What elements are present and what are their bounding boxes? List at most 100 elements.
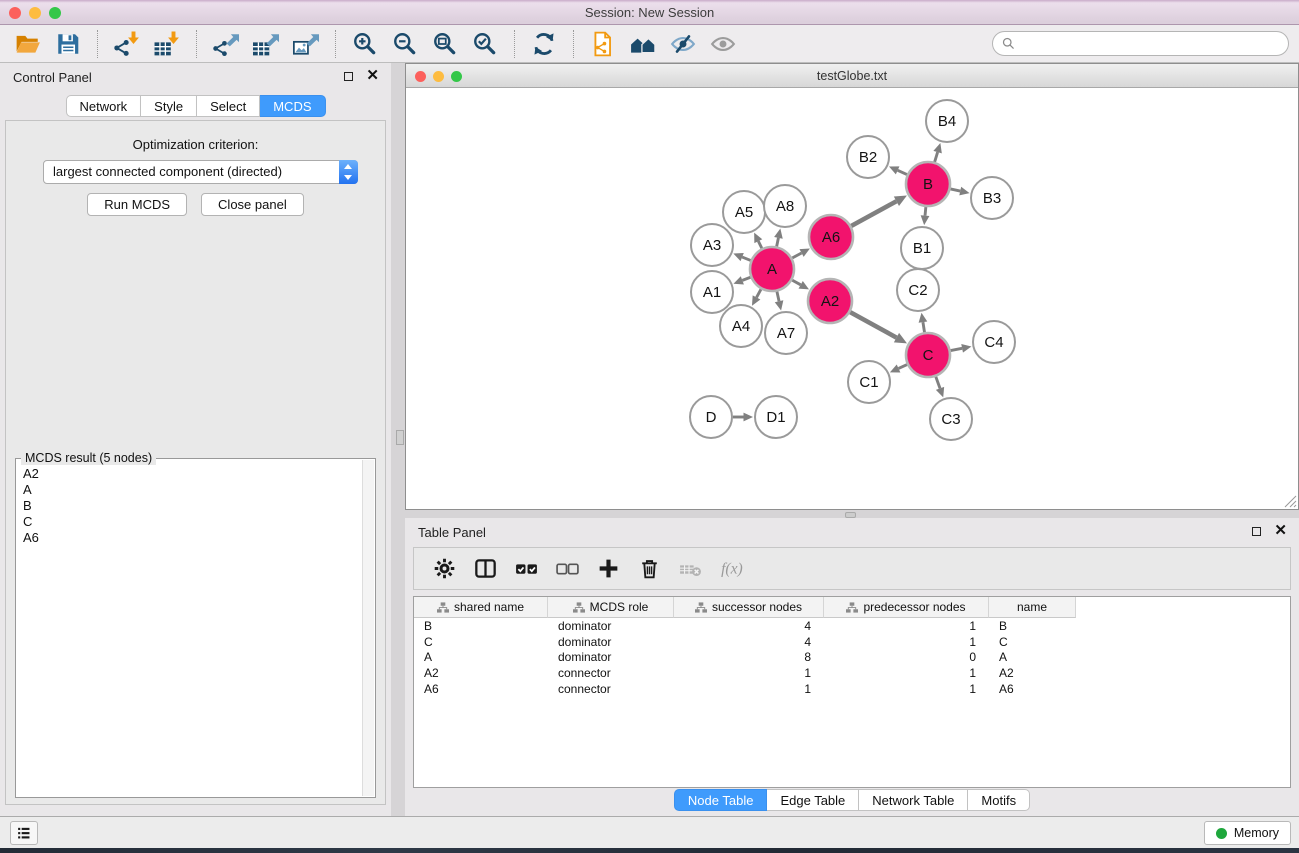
tab-select[interactable]: Select — [197, 95, 260, 117]
delete-columns-button[interactable] — [631, 551, 668, 587]
open-session-button[interactable] — [8, 28, 48, 60]
table-cell[interactable]: 1 — [674, 666, 824, 680]
minimize-window-button[interactable] — [29, 7, 41, 19]
settings-button[interactable] — [426, 551, 463, 587]
zoom-fit-button[interactable] — [425, 28, 465, 60]
vertical-split-divider[interactable] — [396, 430, 404, 445]
zoom-window-button[interactable] — [49, 7, 61, 19]
mcds-result-item[interactable]: C — [23, 514, 361, 530]
first-neighbors-button[interactable] — [623, 28, 663, 60]
table-cell[interactable]: connector — [548, 682, 674, 696]
table-cell[interactable]: 1 — [674, 682, 824, 696]
graph-edge-C-C3[interactable] — [936, 377, 940, 389]
zoom-out-button[interactable] — [385, 28, 425, 60]
table-cell[interactable]: 0 — [824, 650, 989, 664]
table-row[interactable]: A6connector11A6 — [414, 681, 1290, 697]
close-panel-button[interactable]: Close panel — [201, 193, 304, 216]
mcds-result-item[interactable]: B — [23, 498, 361, 514]
graph-edge-A-A3[interactable] — [742, 257, 750, 260]
graph-edge-A2-C[interactable] — [850, 312, 896, 338]
table-cell[interactable]: dominator — [548, 635, 674, 649]
table-cell[interactable]: 1 — [824, 682, 989, 696]
graph-edge-A-A6[interactable] — [792, 253, 801, 258]
show-all-button[interactable] — [703, 28, 743, 60]
export-network-button[interactable] — [206, 28, 246, 60]
table-row[interactable]: Cdominator41C — [414, 634, 1290, 650]
import-table-button[interactable] — [147, 28, 187, 60]
table-cell[interactable]: B — [989, 619, 1076, 633]
graph-edge-C-C1[interactable] — [899, 365, 908, 369]
float-panel-icon[interactable] — [344, 72, 353, 81]
table-row[interactable]: A2connector11A2 — [414, 665, 1290, 681]
column-header-shared-name[interactable]: shared name — [414, 597, 548, 618]
graph-edge-C-C4[interactable] — [951, 348, 963, 350]
graph-edge-B-B3[interactable] — [950, 189, 960, 191]
mcds-result-item[interactable]: A6 — [23, 530, 361, 546]
window-resize-grip[interactable] — [1282, 493, 1297, 508]
graph-edge-B-B4[interactable] — [935, 152, 938, 162]
search-field[interactable] — [992, 31, 1289, 56]
graph-edge-A6-B[interactable] — [851, 201, 896, 226]
table-cell[interactable]: 4 — [674, 635, 824, 649]
add-column-button[interactable] — [590, 551, 627, 587]
export-table-button[interactable] — [246, 28, 286, 60]
graph-edge-A-A7[interactable] — [777, 291, 779, 301]
column-header-name[interactable]: name — [989, 597, 1076, 618]
refresh-button[interactable] — [524, 28, 564, 60]
tab-network-table[interactable]: Network Table — [859, 789, 968, 811]
table-cell[interactable]: 4 — [674, 619, 824, 633]
delete-table-button[interactable] — [672, 551, 709, 587]
tab-mcds[interactable]: MCDS — [260, 95, 325, 117]
network-canvas[interactable]: AA1A2A3A4A5A6A7A8BB1B2B3B4CC1C2C3C4DD1 — [406, 88, 1298, 509]
tab-style[interactable]: Style — [141, 95, 197, 117]
graph-edge-A-A1[interactable] — [742, 277, 750, 280]
function-builder-button[interactable]: f(x) — [713, 551, 750, 587]
graph-edge-A-A2[interactable] — [792, 280, 801, 285]
export-image-button[interactable] — [286, 28, 326, 60]
table-cell[interactable]: 1 — [824, 635, 989, 649]
tab-motifs[interactable]: Motifs — [968, 789, 1030, 811]
close-window-button[interactable] — [9, 7, 21, 19]
table-cell[interactable]: dominator — [548, 650, 674, 664]
zoom-in-button[interactable] — [345, 28, 385, 60]
table-cell[interactable]: A6 — [414, 682, 548, 696]
table-cell[interactable]: A2 — [414, 666, 548, 680]
table-cell[interactable]: C — [989, 635, 1076, 649]
graph-edge-C-C2[interactable] — [923, 322, 925, 332]
graph-edge-B-B2[interactable] — [898, 170, 907, 174]
toggle-columns-button[interactable] — [467, 551, 504, 587]
graph-edge-A-A8[interactable] — [777, 238, 779, 247]
table-cell[interactable]: A — [989, 650, 1076, 664]
memory-button[interactable]: Memory — [1204, 821, 1291, 845]
table-cell[interactable]: B — [414, 619, 548, 633]
table-cell[interactable]: A6 — [989, 682, 1076, 696]
graph-edge-B-B1[interactable] — [925, 207, 926, 216]
search-input[interactable] — [1016, 34, 1288, 54]
table-cell[interactable]: connector — [548, 666, 674, 680]
save-session-button[interactable] — [48, 28, 88, 60]
float-table-panel-icon[interactable] — [1252, 527, 1261, 536]
hide-selected-button[interactable] — [663, 28, 703, 60]
import-network-button[interactable] — [107, 28, 147, 60]
table-cell[interactable]: 1 — [824, 619, 989, 633]
tab-node-table[interactable]: Node Table — [674, 789, 768, 811]
mcds-result-item[interactable]: A2 — [23, 466, 361, 482]
network-window-titlebar[interactable]: testGlobe.txt — [406, 64, 1298, 88]
table-cell[interactable]: A — [414, 650, 548, 664]
table-cell[interactable]: 8 — [674, 650, 824, 664]
optimization-criterion-select[interactable]: largest connected component (directed) — [43, 160, 358, 184]
table-cell[interactable]: A2 — [989, 666, 1076, 680]
select-all-button[interactable] — [508, 551, 545, 587]
close-table-panel-icon[interactable]: ✕ — [1274, 526, 1287, 536]
network-minimize-button[interactable] — [433, 71, 444, 82]
close-panel-icon[interactable]: ✕ — [366, 71, 379, 81]
table-row[interactable]: Bdominator41B — [414, 618, 1290, 634]
tab-network[interactable]: Network — [65, 95, 141, 117]
graph-edge-A-A4[interactable] — [757, 289, 761, 297]
table-cell[interactable]: 1 — [824, 666, 989, 680]
column-header-successor-nodes[interactable]: successor nodes — [674, 597, 824, 618]
mcds-result-item[interactable]: A — [23, 482, 361, 498]
deselect-all-button[interactable] — [549, 551, 586, 587]
result-scrollbar[interactable] — [362, 460, 374, 796]
network-zoom-button[interactable] — [451, 71, 462, 82]
